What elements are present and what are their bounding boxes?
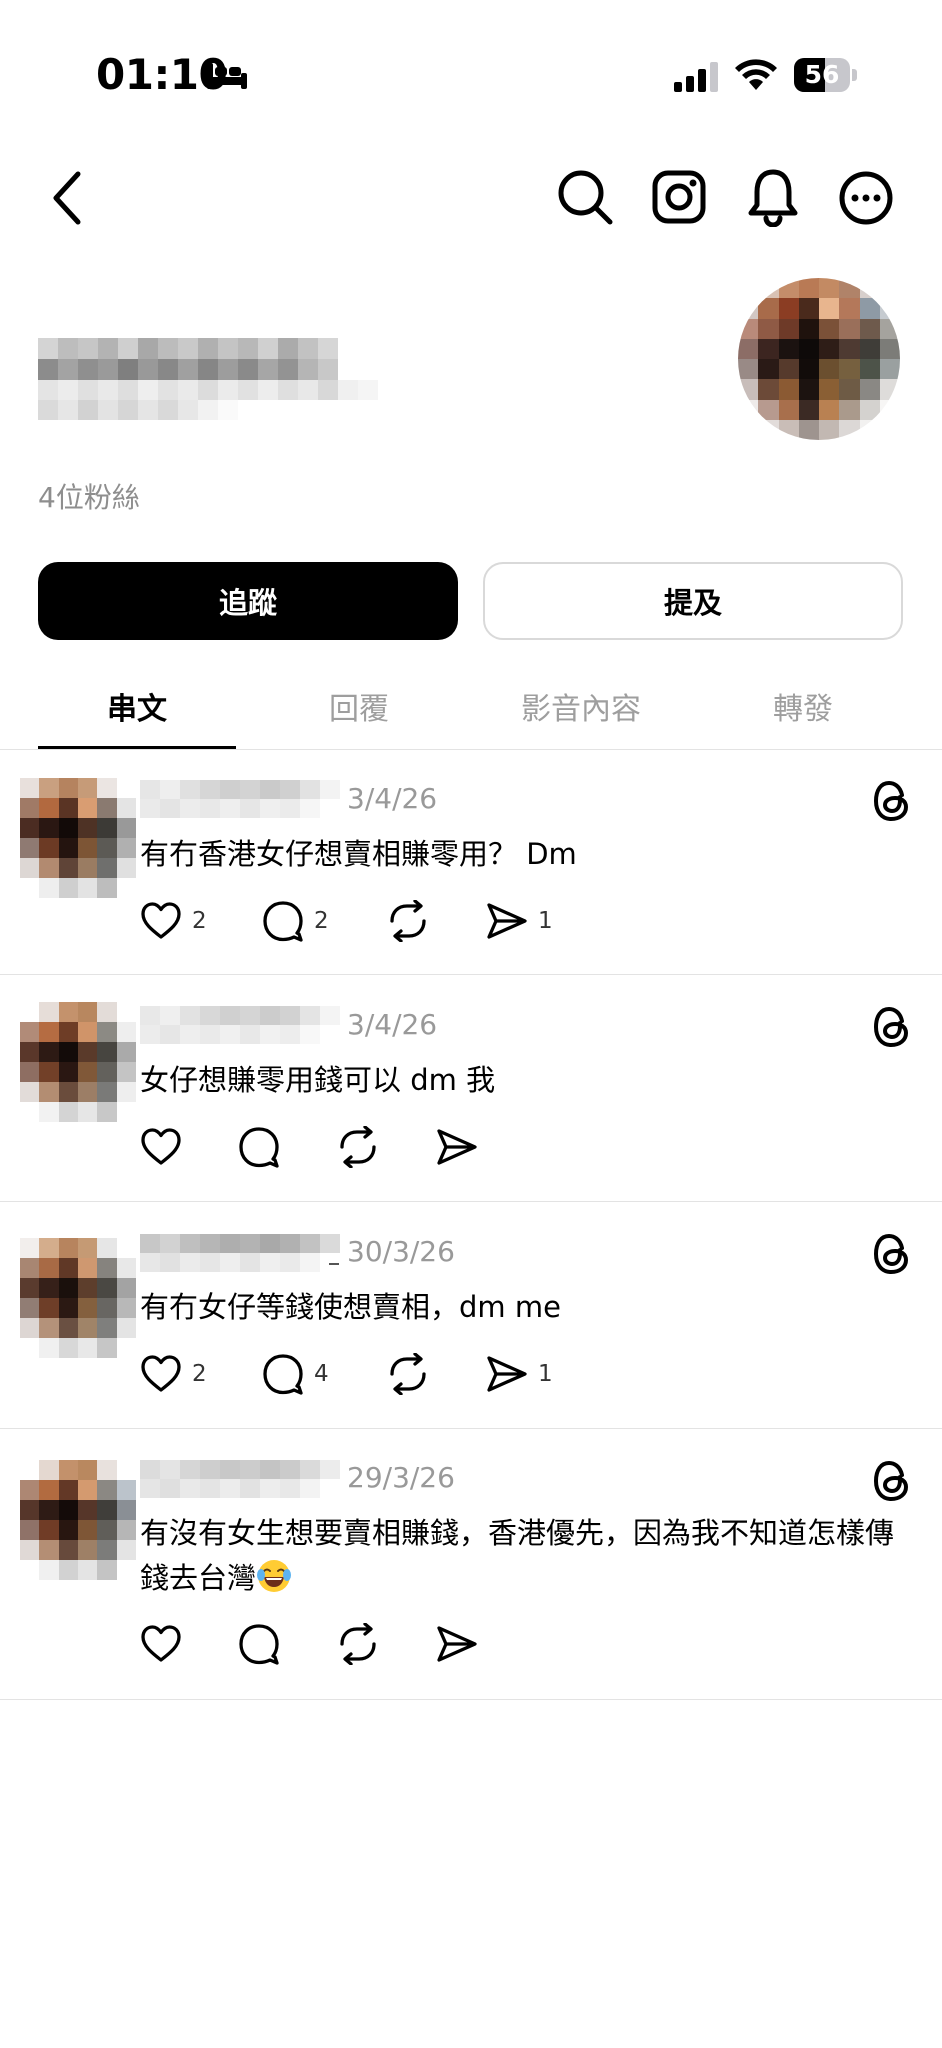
back-icon[interactable] xyxy=(48,170,88,226)
like-action[interactable] xyxy=(140,1625,182,1663)
reply-action[interactable]: 4 xyxy=(262,1353,329,1395)
profile-avatar[interactable] xyxy=(738,278,900,440)
tab-threads[interactable]: 串文 xyxy=(37,684,237,728)
like-action[interactable]: 2 xyxy=(140,902,207,940)
share-icon[interactable] xyxy=(436,1625,478,1663)
sleep-focus-icon xyxy=(205,61,249,91)
more-icon[interactable] xyxy=(838,170,894,226)
heart-icon[interactable] xyxy=(140,1355,182,1393)
post-date: 3/4/26 xyxy=(347,782,438,815)
post-text: 有冇香港女仔想賣相賺零用？ Dm xyxy=(140,837,577,871)
profile-name-redacted xyxy=(38,338,400,442)
like-action[interactable] xyxy=(140,1128,192,1166)
like-count: 2 xyxy=(192,1361,207,1387)
threads-icon xyxy=(873,1006,911,1048)
tab-media[interactable]: 影音內容 xyxy=(481,684,681,728)
wifi-icon xyxy=(734,56,778,92)
share-icon[interactable] xyxy=(486,902,528,940)
username-underscore xyxy=(329,1263,339,1265)
follower-count[interactable]: 4位粉絲 xyxy=(38,476,140,516)
search-icon[interactable] xyxy=(556,168,614,226)
comment-icon[interactable] xyxy=(262,900,304,942)
post-avatar[interactable] xyxy=(20,1238,136,1358)
cellular-signal-icon xyxy=(674,62,720,92)
share-action[interactable]: 1 xyxy=(486,1355,553,1393)
post-text-body: 有沒有女生想要賣相賺錢，香港優先，因為我不知道怎樣傳錢去台灣 xyxy=(140,1516,895,1595)
share-icon[interactable] xyxy=(436,1128,478,1166)
reply-count: 4 xyxy=(314,1361,329,1387)
post-text: 有冇女仔等錢使想賣相，dm me xyxy=(140,1290,561,1324)
reply-action[interactable] xyxy=(238,1126,280,1168)
repost-icon[interactable] xyxy=(336,1126,380,1168)
reply-action[interactable] xyxy=(238,1623,280,1665)
share-action[interactable] xyxy=(436,1128,478,1166)
post-username-redacted[interactable] xyxy=(140,780,340,818)
share-action[interactable]: 1 xyxy=(486,902,553,940)
share-count: 1 xyxy=(538,908,553,934)
battery-level: 56 xyxy=(804,60,840,89)
post-text: 女仔想賺零用錢可以 dm 我 xyxy=(140,1063,496,1097)
post-username-redacted[interactable] xyxy=(140,1460,340,1498)
threads-icon xyxy=(873,1460,911,1502)
post-text: 有沒有女生想要賣相賺錢，香港優先，因為我不知道怎樣傳錢去台灣 xyxy=(140,1511,900,1601)
tears-of-joy-emoji xyxy=(256,1558,292,1594)
share-icon[interactable] xyxy=(486,1355,528,1393)
heart-icon[interactable] xyxy=(140,902,182,940)
post-username-redacted[interactable] xyxy=(140,1234,340,1272)
threads-icon xyxy=(873,780,911,822)
threads-icon xyxy=(873,1233,911,1275)
mention-button[interactable]: 提及 xyxy=(483,562,903,640)
repost-icon[interactable] xyxy=(336,1623,380,1665)
instagram-icon[interactable] xyxy=(652,170,706,224)
heart-icon[interactable] xyxy=(140,1128,182,1166)
reply-count: 2 xyxy=(314,908,329,934)
post-avatar[interactable] xyxy=(20,1460,136,1580)
reply-action[interactable]: 2 xyxy=(262,900,329,942)
like-action[interactable]: 2 xyxy=(140,1355,207,1393)
post-avatar[interactable] xyxy=(20,1002,136,1122)
comment-icon[interactable] xyxy=(238,1623,280,1665)
comment-icon[interactable] xyxy=(238,1126,280,1168)
tab-reposts[interactable]: 轉發 xyxy=(703,684,903,728)
post-username-redacted[interactable] xyxy=(140,1006,340,1044)
repost-action[interactable] xyxy=(386,1353,430,1395)
follow-button[interactable]: 追蹤 xyxy=(38,562,458,640)
repost-action[interactable] xyxy=(336,1623,380,1665)
bell-icon[interactable] xyxy=(747,167,799,227)
post-date: 30/3/26 xyxy=(347,1235,455,1268)
like-count: 2 xyxy=(192,908,207,934)
share-count: 1 xyxy=(538,1361,553,1387)
share-action[interactable] xyxy=(436,1625,478,1663)
heart-icon[interactable] xyxy=(140,1625,182,1663)
post-date: 29/3/26 xyxy=(347,1461,455,1494)
post-divider xyxy=(0,1699,942,1700)
comment-icon[interactable] xyxy=(262,1353,304,1395)
repost-action[interactable] xyxy=(336,1126,380,1168)
post-avatar[interactable] xyxy=(20,778,136,898)
tab-replies[interactable]: 回覆 xyxy=(259,684,459,728)
repost-icon[interactable] xyxy=(386,1353,430,1395)
post-date: 3/4/26 xyxy=(347,1008,438,1041)
repost-action[interactable] xyxy=(386,900,430,942)
repost-icon[interactable] xyxy=(386,900,430,942)
battery-indicator: 56 xyxy=(794,58,858,92)
